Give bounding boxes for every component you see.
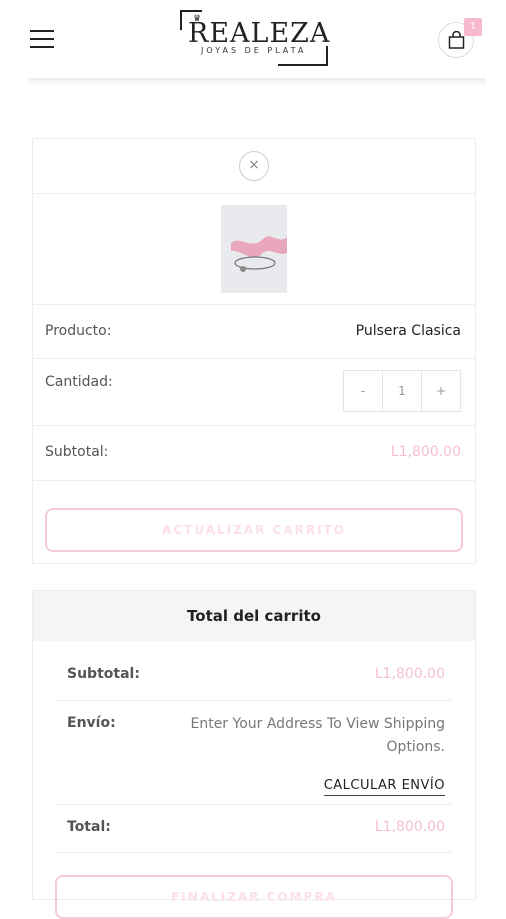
remove-row: × <box>33 139 475 194</box>
header-divider <box>28 78 486 86</box>
checkout-button[interactable]: FINALIZAR COMPRA <box>55 875 453 919</box>
remove-item-button[interactable]: × <box>239 151 269 181</box>
header: ♛ REALEZA JOYAS DE PLATA 1 <box>0 0 506 80</box>
totals-subtotal-label: Subtotal: <box>67 666 140 682</box>
update-cart-button[interactable]: ACTUALIZAR CARRITO <box>45 508 463 552</box>
cart-item-card: × Producto: Pulsera Clasica Cantidad: - … <box>32 138 476 564</box>
quantity-stepper[interactable]: - 1 + <box>343 370 461 412</box>
qty-plus-button[interactable]: + <box>422 371 460 411</box>
logo[interactable]: ♛ REALEZA JOYAS DE PLATA <box>180 10 331 66</box>
cart-totals-title: Total del carrito <box>33 591 475 641</box>
cart-count-badge: 1 <box>464 18 482 36</box>
product-label: Producto: <box>45 323 112 339</box>
qty-minus-button[interactable]: - <box>344 371 382 411</box>
total-value: L1,800.00 <box>374 819 445 835</box>
subtotal-row: Subtotal: L1,800.00 <box>33 426 475 481</box>
shopping-bag-icon <box>448 31 465 49</box>
subtotal-label: Subtotal: <box>45 444 109 460</box>
menu-icon[interactable] <box>30 30 54 50</box>
totals-subtotal-row: Subtotal: L1,800.00 <box>55 649 453 701</box>
product-thumbnail[interactable] <box>221 205 287 293</box>
shipping-text: Enter Your Address To View Shipping Opti… <box>190 716 445 755</box>
qty-input[interactable]: 1 <box>382 371 422 411</box>
cart-totals: Total del carrito Subtotal: L1,800.00 En… <box>32 590 476 919</box>
shipping-row: Envío: Enter Your Address To View Shippi… <box>55 701 453 805</box>
calculate-shipping-link[interactable]: CALCULAR ENVÍO <box>323 778 445 796</box>
totals-subtotal-value: L1,800.00 <box>374 666 445 682</box>
total-row: Total: L1,800.00 <box>55 805 453 853</box>
subtotal-value: L1,800.00 <box>390 444 461 460</box>
total-label: Total: <box>67 819 111 835</box>
product-name[interactable]: Pulsera Clasica <box>356 323 461 339</box>
logo-subtitle: JOYAS DE PLATA <box>201 46 307 55</box>
product-row: Producto: Pulsera Clasica <box>33 305 475 359</box>
shipping-label: Envío: <box>67 715 116 731</box>
logo-title: REALEZA <box>188 18 331 49</box>
quantity-label: Cantidad: <box>45 374 113 390</box>
